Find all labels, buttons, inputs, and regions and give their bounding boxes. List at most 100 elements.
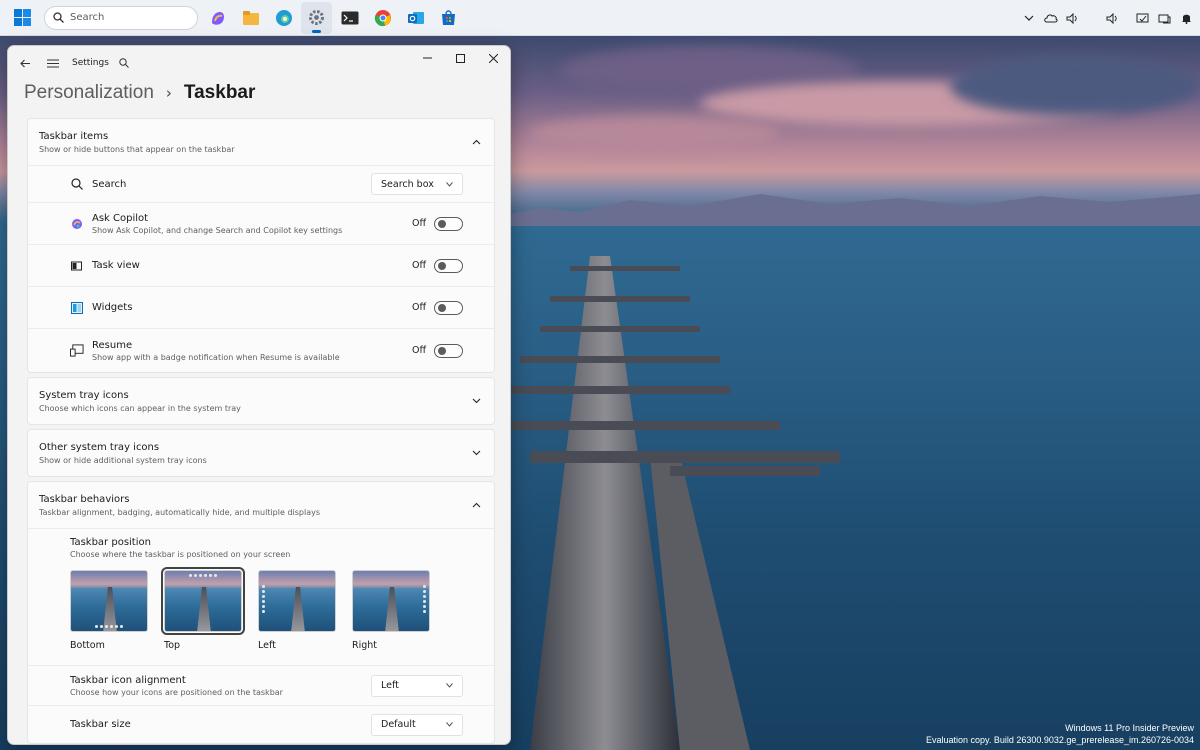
system-tray	[1021, 0, 1194, 36]
cast-icon[interactable]	[1135, 11, 1150, 26]
taskbar-items-card: Taskbar items Show or hide buttons that …	[27, 118, 495, 373]
file-explorer-icon	[242, 10, 259, 25]
copilot-icon	[211, 11, 224, 25]
taskbar-search-box[interactable]: Search	[44, 5, 198, 30]
task-view-row: Task view Off	[28, 244, 494, 286]
taskbar-position-section: Taskbar position Choose where the taskba…	[28, 528, 494, 665]
position-label-right: Right	[352, 640, 378, 651]
onedrive-icon[interactable]	[1043, 11, 1058, 26]
widgets-state: Off	[411, 302, 426, 313]
taskbar-search-placeholder: Search	[70, 12, 105, 23]
icon-alignment-row: Taskbar icon alignment Choose how your i…	[28, 665, 494, 705]
resume-state: Off	[411, 345, 426, 356]
taskbar-position-desc: Choose where the taskbar is positioned o…	[70, 550, 291, 559]
watermark: Windows 11 Pro Insider Preview Evaluatio…	[926, 722, 1194, 746]
cloud	[950, 56, 1200, 116]
maximize-button[interactable]	[444, 46, 477, 70]
search-icon	[70, 177, 84, 191]
resume-row: Resume Show app with a badge notificatio…	[28, 328, 494, 372]
search-icon	[53, 12, 64, 23]
mountains	[500, 194, 1200, 226]
watermark-line2: Evaluation copy. Build 26300.9032.ge_pre…	[925, 735, 1194, 745]
resume-icon	[70, 344, 84, 358]
task-view-label: Task view	[92, 260, 140, 271]
speaker-icon[interactable]	[1105, 11, 1120, 26]
chevron-up-icon[interactable]	[1021, 11, 1036, 26]
back-arrow-icon[interactable]	[12, 50, 38, 76]
position-option-bottom[interactable]: Bottom	[70, 570, 148, 651]
page-title: Taskbar	[183, 82, 256, 103]
store-app[interactable]	[433, 2, 464, 34]
taskbar-items-desc: Show or hide buttons that appear on the …	[39, 144, 235, 154]
widgets-toggle[interactable]	[434, 300, 463, 315]
position-option-top[interactable]: Top	[161, 567, 245, 651]
other-tray-icons-title: Other system tray icons	[39, 441, 160, 453]
breadcrumb-separator: ›	[165, 84, 172, 102]
position-thumbnail-selected	[161, 567, 245, 635]
resume-toggle[interactable]	[434, 343, 463, 358]
task-view-icon	[70, 259, 84, 273]
widgets-row: Widgets Off	[28, 286, 494, 328]
title-bar: Settings	[8, 46, 510, 80]
terminal-app[interactable]	[334, 2, 365, 34]
icon-alignment-dropdown[interactable]: Left	[371, 674, 463, 697]
other-tray-icons-desc: Show or hide additional system tray icon…	[39, 455, 207, 465]
taskbar-behaviors-card: Taskbar behaviors Taskbar alignment, bad…	[27, 481, 495, 744]
windows-logo-icon	[13, 9, 31, 26]
icon-alignment-value: Left	[381, 680, 399, 691]
search-mode-dropdown[interactable]: Search box	[371, 173, 463, 195]
ask-copilot-toggle[interactable]	[434, 216, 463, 231]
position-thumbnail	[70, 570, 148, 632]
outlook-app[interactable]	[400, 2, 431, 34]
minimize-button[interactable]	[411, 46, 444, 70]
position-label-bottom: Bottom	[70, 640, 105, 651]
taskbar-behaviors-header[interactable]: Taskbar behaviors Taskbar alignment, bad…	[28, 482, 494, 528]
settings-icon	[309, 10, 324, 25]
taskbar-behaviors-title: Taskbar behaviors	[39, 493, 130, 505]
breadcrumb-parent[interactable]: Personalization	[24, 82, 154, 104]
chevron-down-icon	[446, 180, 453, 189]
chevron-down-icon[interactable]	[470, 396, 482, 407]
pier-image	[510, 256, 840, 750]
search-icon[interactable]	[111, 50, 137, 76]
taskbar-items-header[interactable]: Taskbar items Show or hide buttons that …	[28, 119, 494, 165]
chevron-up-icon[interactable]	[470, 137, 482, 148]
settings-content: Taskbar items Show or hide buttons that …	[27, 118, 495, 744]
chevron-up-icon[interactable]	[470, 500, 482, 511]
task-view-toggle[interactable]	[434, 258, 463, 273]
system-tray-icons-title: System tray icons	[39, 389, 129, 401]
volume-icon[interactable]	[1065, 11, 1080, 26]
position-thumbnail	[258, 570, 336, 632]
chrome-app[interactable]	[367, 2, 398, 34]
chevron-down-icon	[446, 720, 453, 729]
notification-bell-icon[interactable]	[1179, 11, 1194, 26]
taskbar-size-value: Default	[381, 719, 416, 730]
file-explorer-app[interactable]	[235, 2, 266, 34]
ask-copilot-label: Ask Copilot	[92, 212, 149, 224]
position-option-left[interactable]: Left	[258, 570, 336, 651]
widgets-icon	[70, 301, 84, 315]
system-tray-icons-card[interactable]: System tray icons Choose which icons can…	[27, 377, 495, 425]
taskbar-size-row: Taskbar size Default	[28, 705, 494, 743]
start-button[interactable]	[8, 4, 36, 32]
edge-app[interactable]	[268, 2, 299, 34]
watermark-line1: Windows 11 Pro Insider Preview	[1065, 723, 1194, 733]
ask-copilot-desc: Show Ask Copilot, and change Search and …	[92, 225, 343, 235]
other-tray-icons-card[interactable]: Other system tray icons Show or hide add…	[27, 429, 495, 477]
chevron-down-icon[interactable]	[470, 448, 482, 459]
search-mode-value: Search box	[381, 178, 434, 190]
close-button[interactable]	[477, 46, 510, 70]
resume-desc: Show app with a badge notification when …	[92, 352, 340, 362]
taskbar-size-dropdown[interactable]: Default	[371, 713, 463, 736]
system-tray-icons-desc: Choose which icons can appear in the sys…	[39, 403, 241, 413]
copilot-app[interactable]	[202, 2, 233, 34]
settings-app[interactable]	[301, 1, 332, 34]
position-thumbnail	[352, 570, 430, 632]
network-icon[interactable]	[1157, 11, 1172, 26]
widgets-label: Widgets	[92, 302, 133, 313]
chevron-down-icon	[446, 681, 453, 690]
taskbar: Search	[0, 0, 1200, 36]
position-label-left: Left	[258, 640, 276, 651]
position-option-right[interactable]: Right	[352, 570, 430, 651]
menu-hamburger-icon[interactable]	[40, 50, 66, 76]
